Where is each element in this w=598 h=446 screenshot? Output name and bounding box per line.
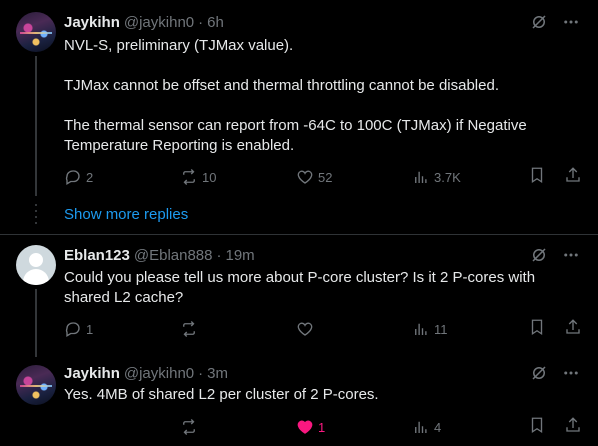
bookmark-icon[interactable]: [528, 416, 546, 439]
tweet-paragraph: NVL-S, preliminary (TJMax value).: [64, 37, 294, 54]
repost-count: 10: [202, 169, 217, 185]
thread-ellipsis: [35, 204, 37, 224]
more-options-icon[interactable]: [562, 246, 580, 269]
more-options-icon[interactable]: [562, 364, 580, 387]
views-icon: [415, 171, 427, 183]
tweet-paragraph: TJMax cannot be offset and thermal throt…: [64, 77, 499, 94]
share-icon[interactable]: [564, 416, 582, 439]
thread-line: [35, 289, 37, 357]
tweet-actions: 1 11: [64, 318, 582, 340]
separator-dot: ·: [198, 13, 204, 31]
reply-count: 2: [86, 169, 94, 185]
separator-dot: ·: [216, 246, 222, 264]
tweet-top-actions: [530, 13, 580, 36]
views-button[interactable]: 4: [412, 418, 472, 436]
repost-button[interactable]: 10: [180, 168, 240, 186]
bookmark-icon[interactable]: [528, 318, 546, 341]
tweet-text: Yes. 4MB of shared L2 per cluster of 2 P…: [64, 386, 379, 403]
repost-button[interactable]: [180, 320, 240, 338]
grok-icon[interactable]: [530, 246, 548, 269]
like-button[interactable]: 1: [296, 418, 356, 436]
view-count: 11: [434, 321, 448, 337]
tweet-text: Could you please tell us more about P-co…: [64, 269, 536, 306]
tweet-text: NVL-S, preliminary (TJMax value). TJMax …: [64, 36, 584, 156]
tweet-actions: 2 10 52 3.7K: [64, 166, 582, 188]
timestamp[interactable]: 19m: [226, 247, 255, 264]
views-button[interactable]: 11: [412, 320, 472, 338]
divider: [0, 234, 598, 235]
reply-icon: [65, 170, 80, 185]
reply-button[interactable]: 1: [64, 320, 124, 338]
timestamp[interactable]: 3m: [207, 365, 228, 382]
author-handle[interactable]: @jaykihn0: [124, 14, 194, 31]
heart-filled-icon: [297, 420, 313, 434]
heart-icon: [297, 170, 313, 184]
timestamp[interactable]: 6h: [207, 14, 224, 31]
avatar[interactable]: [16, 12, 56, 52]
view-count: 4: [434, 419, 442, 435]
author-name[interactable]: Jaykihn: [64, 365, 120, 382]
avatar[interactable]: [16, 245, 56, 285]
tweet-top-actions: [530, 246, 580, 269]
heart-icon: [297, 322, 313, 336]
tweet-header: Jaykihn @jaykihn0 · 6h: [64, 12, 224, 32]
like-button[interactable]: 52: [296, 168, 356, 186]
tweet-header: Jaykihn @jaykihn0 · 3m: [64, 363, 228, 383]
repost-icon: [183, 419, 195, 435]
repost-icon: [183, 169, 195, 185]
separator-dot: ·: [198, 364, 204, 382]
repost-icon: [183, 321, 195, 337]
show-more-replies-link[interactable]: Show more replies: [64, 206, 188, 223]
reply-count: 1: [86, 321, 94, 337]
bookmark-icon[interactable]: [528, 166, 546, 189]
more-options-icon[interactable]: [562, 13, 580, 36]
reply-button[interactable]: 2: [64, 168, 124, 186]
author-name[interactable]: Jaykihn: [64, 14, 120, 31]
view-count: 3.7K: [434, 169, 461, 185]
like-count: 52: [318, 169, 333, 185]
share-icon[interactable]: [564, 166, 582, 189]
author-handle[interactable]: @jaykihn0: [124, 365, 194, 382]
tweet-header: Eblan123 @Eblan888 · 19m: [64, 245, 255, 265]
share-icon[interactable]: [564, 318, 582, 341]
tweet-paragraph: The thermal sensor can report from -64C …: [64, 117, 527, 154]
author-name[interactable]: Eblan123: [64, 247, 130, 264]
views-button[interactable]: 3.7K: [412, 168, 472, 186]
thread-line: [35, 56, 37, 196]
tweet-top-actions: [530, 364, 580, 387]
tweet-actions: 1 4: [64, 416, 582, 438]
repost-button[interactable]: [180, 418, 240, 436]
avatar[interactable]: [16, 365, 56, 405]
grok-icon[interactable]: [530, 364, 548, 387]
reply-icon: [65, 322, 80, 337]
views-icon: [415, 421, 427, 433]
reply-button[interactable]: [64, 418, 124, 436]
author-handle[interactable]: @Eblan888: [134, 247, 213, 264]
views-icon: [415, 323, 427, 335]
grok-icon[interactable]: [530, 13, 548, 36]
like-count: 1: [318, 419, 326, 435]
like-button[interactable]: [296, 320, 356, 338]
